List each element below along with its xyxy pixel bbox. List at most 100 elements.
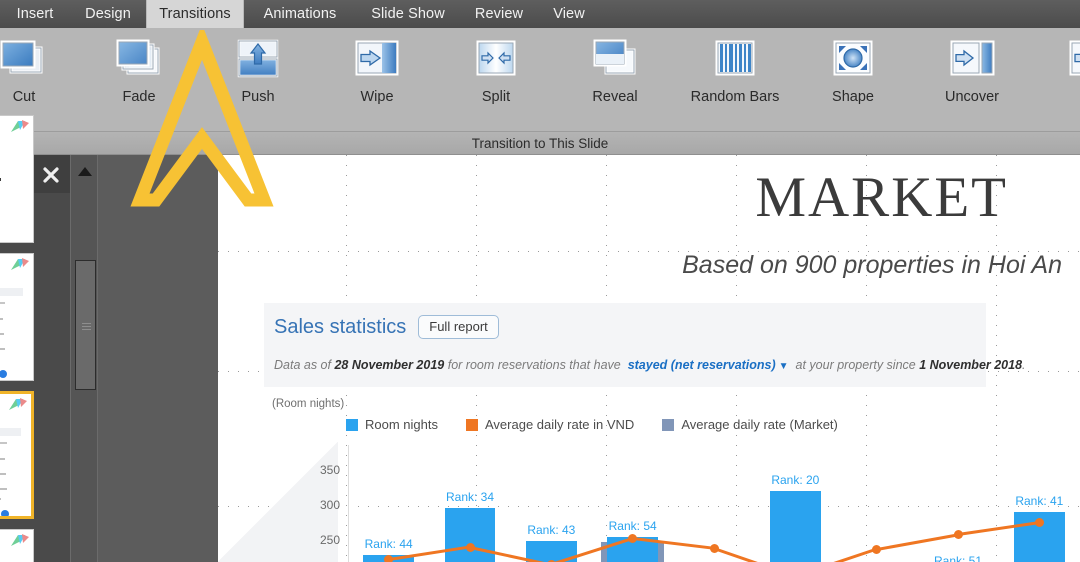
ribbon-group-bar: Transition to This Slide: [0, 132, 1080, 155]
chart-rank-label-3: Rank: 54: [608, 519, 657, 534]
transition-cover-icon: [1062, 36, 1080, 82]
sub-prefix: Data as of: [274, 358, 335, 372]
ribbon-tab-label: Review: [474, 6, 524, 22]
ribbon-tab-review[interactable]: Review: [460, 0, 538, 28]
chart-line-segment-6: [876, 532, 959, 551]
chart-rank-label-5: Rank: 20: [771, 473, 820, 487]
chart-y-tick-250: 250: [319, 533, 340, 547]
slide-thumbnail-1[interactable]: [0, 115, 34, 243]
slide-thumbnail-pane: [0, 115, 70, 562]
ribbon-tab-animations[interactable]: Animations: [244, 0, 356, 28]
chart-y-axis-label: (Room nights): [272, 398, 345, 410]
transition-label: Random Bars: [690, 89, 780, 105]
ribbon-tab-transitions[interactable]: Transitions: [146, 0, 244, 28]
transition-label: Split: [481, 89, 511, 105]
slide-thumbnail-4[interactable]: [0, 529, 34, 562]
net-reservations-dropdown[interactable]: stayed (net reservations): [628, 358, 776, 372]
chart-bar-1: [444, 507, 496, 562]
brand-logo-icon: [9, 256, 31, 274]
transition-push-icon: [229, 36, 287, 82]
transition-reveal-button[interactable]: Reveal: [557, 28, 673, 132]
transition-c-button[interactable]: C: [1033, 28, 1080, 132]
chart-rank-label-8: Rank: 41: [1015, 494, 1064, 508]
ribbon-tab-label: View: [553, 6, 585, 22]
transition-label: Wipe: [360, 89, 394, 105]
transition-wipe-icon: [348, 36, 406, 82]
chart-legend: Room nights Average daily rate in VND Aver…: [346, 417, 866, 432]
thumbnail-chart-preview: [0, 288, 27, 378]
transition-fade-icon: [110, 36, 168, 82]
card-title: Sales statistics: [274, 315, 407, 338]
chart-y-tick-300: 300: [319, 498, 340, 512]
transition-label: Reveal: [592, 89, 638, 105]
thumbnail-title-preview: [0, 178, 1, 181]
chart-line-point-1: [465, 542, 475, 552]
full-report-button[interactable]: Full report: [418, 315, 499, 339]
transition-uncover-button[interactable]: Uncover: [914, 28, 1030, 132]
transition-label: Shape: [832, 89, 874, 105]
chart-rank-label-7: Rank: 51: [933, 553, 983, 562]
ribbon-tab-label: Transitions: [159, 6, 231, 22]
sales-statistics-card: Sales statistics Full report Data as of …: [264, 303, 1026, 387]
legend-item-2: Average daily rate (Market): [662, 417, 838, 432]
chart-rank-label-1: Rank: 34: [445, 489, 495, 504]
slide-subtitle: Based on 900 properties in Hoi An: [682, 251, 1062, 279]
transition-random-bars-icon: [706, 36, 764, 82]
slide-title: MARKET: [755, 166, 1008, 229]
thumbnail-scrollbar[interactable]: [70, 155, 98, 562]
thumbnail-chart-preview: [0, 428, 25, 516]
chart-bar-5: [770, 491, 821, 562]
ribbon-tab-label: Animations: [263, 6, 337, 22]
legend-item-1: Average daily rate in VND: [465, 417, 635, 432]
close-icon[interactable]: [41, 165, 61, 185]
card-header: Sales statistics Full report: [274, 315, 499, 339]
chart-rank-label-0: Rank: 44: [364, 537, 413, 552]
transition-cut-icon: [0, 36, 53, 82]
sub-date: 28 November 2019: [334, 358, 445, 372]
chevron-down-icon[interactable]: ▼: [779, 361, 789, 372]
brand-logo-icon: [7, 396, 29, 414]
ribbon-tab-label: Design: [85, 6, 131, 22]
ribbon-tabbar: Insert Design Transitions Animations Slide S…: [0, 0, 1080, 28]
transition-label: Fade: [122, 89, 156, 105]
brand-logo-icon: [9, 118, 31, 136]
work-area: MARKET Based on 900 properties in Hoi An…: [0, 115, 1080, 562]
transition-uncover-icon: [943, 36, 1001, 82]
ribbon-tab-slide-show[interactable]: Slide Show: [356, 0, 460, 28]
legend-item-0: Room nights: [346, 417, 438, 432]
transition-label: Push: [241, 89, 275, 105]
chart-line-point-6: [872, 544, 882, 554]
chart-y-tick-350: 350: [319, 463, 340, 477]
ribbon-tab-label: Slide Show: [371, 6, 445, 22]
slide-canvas[interactable]: MARKET Based on 900 properties in Hoi An…: [218, 155, 1080, 562]
ribbon-tab-view[interactable]: View: [538, 0, 600, 28]
sub-after: at your property since: [795, 358, 920, 372]
transition-label: Cut: [12, 89, 36, 105]
slide-thumbnail-3[interactable]: [0, 391, 34, 519]
legend-swatch-icon: [346, 418, 358, 431]
transition-fade-button[interactable]: Fade: [81, 28, 197, 132]
chart-plot-area: Rank: 44 Rank: 34 Rank: 43 Rank: 54 Rank: 20…: [348, 445, 1080, 562]
scrollbar-thumb[interactable]: [75, 260, 96, 390]
chart-line-point-7: [953, 529, 963, 539]
transition-gallery: Cut Fade Push Wipe Split Reveal Random B…: [0, 28, 1080, 132]
transition-reveal-icon: [586, 36, 644, 82]
chart-line-point-8: [1034, 518, 1044, 527]
legend-swatch-icon: [465, 418, 478, 431]
chart-line-point-0: [384, 555, 394, 562]
scroll-up-arrow-icon[interactable]: [78, 167, 92, 176]
scrollbar-grip-icon: [82, 323, 91, 330]
transition-split-button[interactable]: Split: [438, 28, 554, 132]
transition-push-button[interactable]: Push: [200, 28, 316, 132]
transition-wipe-button[interactable]: Wipe: [319, 28, 435, 132]
sub-date2: 1 November 2018: [919, 358, 1023, 372]
ribbon-tab-label: Insert: [16, 6, 54, 22]
legend-label: Average daily rate in VND: [484, 417, 635, 432]
ribbon-tab-design[interactable]: Design: [70, 0, 146, 28]
transition-shape-button[interactable]: Shape: [795, 28, 911, 132]
slide-thumbnail-2[interactable]: [0, 253, 34, 381]
legend-swatch-icon: [662, 418, 675, 431]
ribbon-tab-insert[interactable]: Insert: [0, 0, 70, 28]
sub-mid: for room reservations that have: [444, 358, 621, 372]
transition-random-bars-button[interactable]: Random Bars: [677, 28, 793, 132]
